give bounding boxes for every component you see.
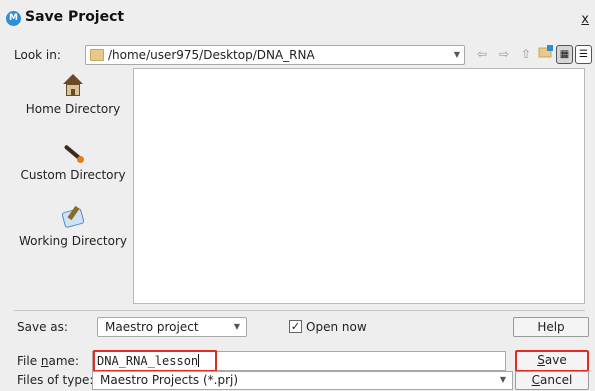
- title-bar: M Save Project x: [0, 0, 595, 38]
- dialog-title: Save Project: [25, 9, 125, 25]
- divider: [14, 310, 585, 311]
- place-custom-directory[interactable]: Custom Directory: [14, 140, 132, 182]
- maestro-app-icon: M: [6, 11, 21, 26]
- place-home-directory[interactable]: Home Directory: [14, 74, 132, 116]
- look-in-label: Look in:: [14, 48, 61, 62]
- file-name-input[interactable]: DNA_RNA_lesson: [92, 351, 506, 371]
- forward-icon[interactable]: ⇨: [494, 45, 514, 64]
- chevron-down-icon: ▼: [499, 375, 506, 384]
- up-folder-icon[interactable]: ⇧: [516, 45, 536, 64]
- file-type-value: Maestro Projects (*.prj): [100, 373, 239, 387]
- working-dir-icon: [61, 205, 85, 230]
- magic-wand-icon: [61, 140, 85, 164]
- open-now-checkbox[interactable]: ✓: [289, 320, 302, 333]
- back-icon[interactable]: ⇦: [472, 45, 492, 64]
- file-name-label: File name:: [17, 354, 79, 368]
- save-as-value: Maestro project: [105, 320, 199, 334]
- place-label: Working Directory: [18, 234, 128, 248]
- save-as-label: Save as:: [17, 320, 68, 334]
- folder-icon: [90, 49, 104, 61]
- new-folder-icon[interactable]: [538, 45, 554, 64]
- cancel-button[interactable]: Cancel: [515, 371, 589, 390]
- chevron-down-icon: ▼: [233, 322, 240, 331]
- home-icon: [61, 74, 85, 98]
- look-in-combo[interactable]: /home/user975/Desktop/DNA_RNA ▼: [85, 45, 465, 65]
- open-now-label: Open now: [306, 320, 367, 334]
- help-button[interactable]: Help: [513, 317, 589, 337]
- text-caret: [198, 354, 200, 367]
- places-sidebar: Home Directory Custom Directory Working …: [14, 68, 132, 304]
- close-button[interactable]: x: [581, 12, 589, 27]
- file-type-combo[interactable]: Maestro Projects (*.prj) ▼: [92, 371, 513, 390]
- icon-view-icon[interactable]: ▦: [556, 45, 573, 64]
- look-in-path: /home/user975/Desktop/DNA_RNA: [108, 48, 315, 62]
- file-type-label: Files of type:: [17, 373, 94, 387]
- save-button[interactable]: Save: [515, 350, 589, 372]
- place-label: Home Directory: [25, 102, 121, 116]
- list-view-icon[interactable]: ☰: [575, 45, 592, 64]
- place-label: Custom Directory: [20, 168, 126, 182]
- save-as-combo[interactable]: Maestro project ▼: [97, 317, 247, 337]
- chevron-down-icon: ▼: [453, 50, 460, 59]
- file-name-value: DNA_RNA_lesson: [97, 354, 199, 368]
- place-working-directory[interactable]: Working Directory: [14, 205, 132, 248]
- file-list-area[interactable]: [133, 68, 585, 304]
